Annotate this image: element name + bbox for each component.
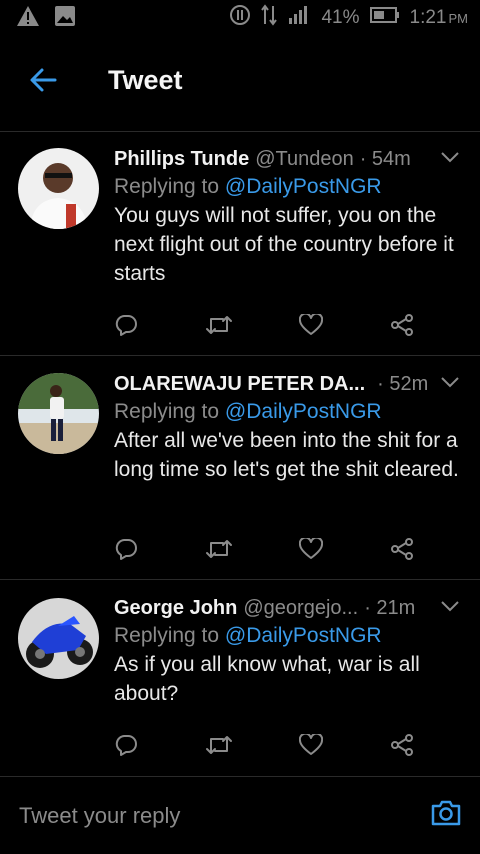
author-handle[interactable]: @Tundeon	[255, 148, 354, 171]
back-arrow-icon	[30, 68, 57, 92]
reply-composer[interactable]: Tweet your reply	[0, 776, 480, 854]
battery-icon	[369, 6, 400, 30]
signal-icon	[287, 4, 311, 32]
reply-icon[interactable]	[114, 313, 138, 337]
app-bar: Tweet	[0, 36, 480, 124]
share-icon[interactable]	[390, 313, 414, 337]
chevron-down-icon[interactable]	[440, 375, 460, 393]
author-name[interactable]: OLAREWAJU PETER DA...	[114, 373, 365, 396]
like-icon[interactable]	[299, 314, 324, 336]
tweet-actions	[114, 730, 414, 760]
tweet-text: As if you all know what, war is all abou…	[114, 653, 420, 705]
avatar[interactable]	[18, 598, 99, 679]
avatar[interactable]	[18, 373, 99, 454]
reply-icon[interactable]	[114, 733, 138, 757]
author-handle[interactable]: @georgejo...	[243, 597, 358, 620]
reply-input[interactable]: Tweet your reply	[19, 803, 180, 829]
sync-icon	[229, 4, 251, 32]
clock: 1:21 PM	[409, 7, 468, 28]
chevron-down-icon[interactable]	[440, 150, 460, 168]
tweet-time: · 54m	[359, 147, 411, 170]
retweet-icon[interactable]	[205, 537, 233, 561]
mention-link[interactable]: @DailyPostNGR	[225, 624, 382, 647]
tweet-actions	[114, 534, 414, 564]
divider	[0, 131, 480, 132]
tweet-text: You guys will not suffer, you on the nex…	[114, 204, 454, 285]
mention-link[interactable]: @DailyPostNGR	[225, 175, 382, 198]
divider	[0, 579, 480, 580]
tweet-time: · 21m	[364, 596, 416, 619]
divider	[0, 355, 480, 356]
replying-to: Replying to @DailyPostNGR	[114, 624, 382, 647]
mention-link[interactable]: @DailyPostNGR	[225, 400, 382, 423]
author-name[interactable]: Phillips Tunde	[114, 148, 249, 171]
like-icon[interactable]	[299, 538, 324, 560]
status-bar: 41% 1:21 PM	[0, 0, 480, 36]
chevron-down-icon[interactable]	[440, 599, 460, 617]
retweet-icon[interactable]	[205, 733, 233, 757]
page-title: Tweet	[108, 64, 183, 95]
avatar[interactable]	[18, 148, 99, 229]
reply-icon[interactable]	[114, 537, 138, 561]
author-name[interactable]: George John	[114, 597, 237, 620]
tweet-actions	[114, 310, 414, 340]
retweet-icon[interactable]	[205, 313, 233, 337]
tweet-time: · 52m	[377, 372, 429, 395]
camera-icon[interactable]	[430, 799, 462, 832]
share-icon[interactable]	[390, 537, 414, 561]
battery-percent: 41%	[321, 7, 360, 28]
replying-to: Replying to @DailyPostNGR	[114, 400, 382, 423]
warning-icon	[16, 5, 40, 32]
replying-to: Replying to @DailyPostNGR	[114, 175, 382, 198]
tweet-text: After all we've been into the shit for a…	[114, 429, 459, 481]
image-icon	[54, 5, 76, 32]
share-icon[interactable]	[390, 733, 414, 757]
like-icon[interactable]	[299, 734, 324, 756]
back-button[interactable]	[0, 36, 86, 124]
data-arrows-icon	[261, 4, 278, 32]
